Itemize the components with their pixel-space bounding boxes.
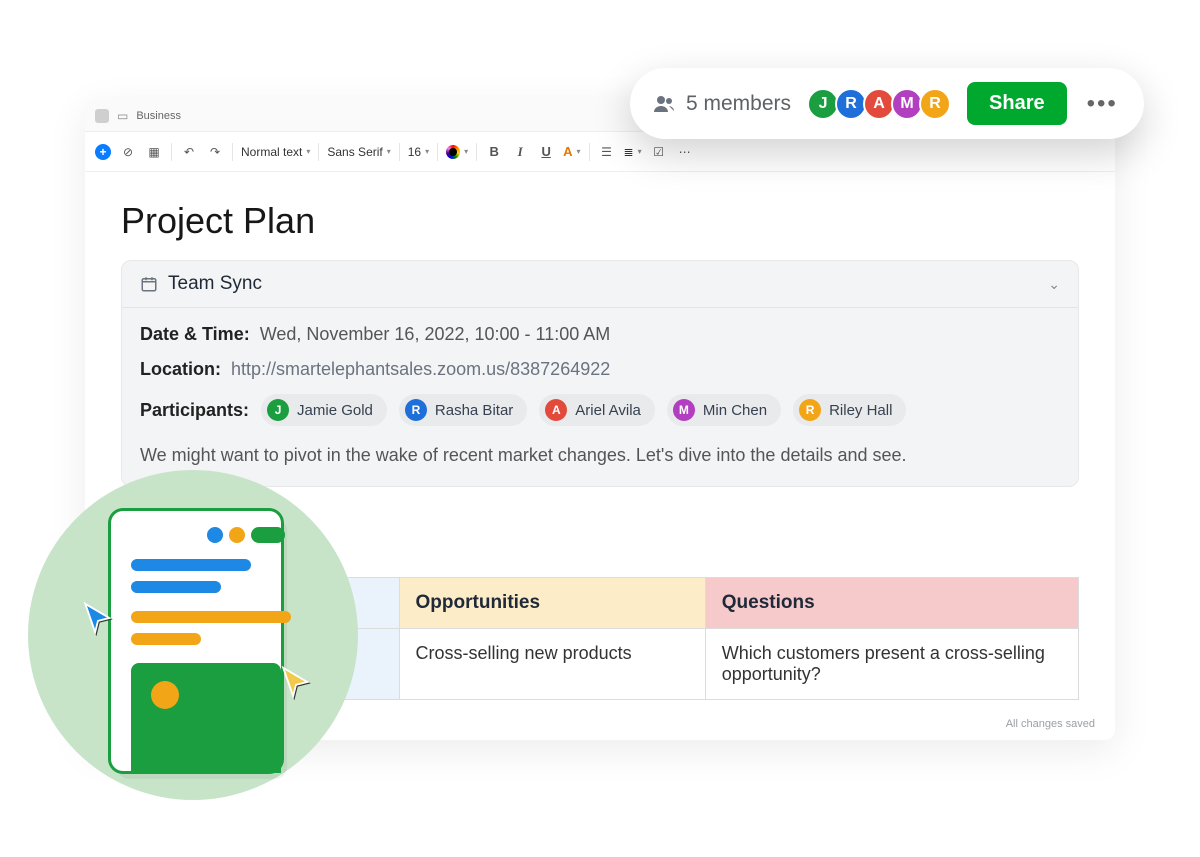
meeting-location-row: Location: http://smartelephantsales.zoom… (140, 359, 1060, 380)
separator (399, 143, 400, 161)
participant-name: Jamie Gold (297, 402, 373, 419)
participant-name: Rasha Bitar (435, 402, 513, 419)
highlight-dropdown[interactable]: A ▾ (563, 144, 580, 159)
illus-bar (131, 581, 221, 593)
expand-icon[interactable] (95, 109, 109, 123)
chevron-down-icon: ▾ (464, 147, 468, 156)
highlight-icon: A (563, 144, 572, 159)
cursor-icon (279, 665, 313, 699)
numbered-list-dropdown[interactable]: ≣ ▾ (624, 145, 642, 159)
bulleted-list-button[interactable]: ☰ (598, 143, 616, 161)
participants-label: Participants: (140, 400, 249, 421)
meeting-card: Team Sync ⌄ Date & Time: Wed, November 1… (121, 260, 1079, 487)
avatar-stack[interactable]: JRAMR (807, 88, 951, 120)
participant-pill[interactable]: R Riley Hall (793, 394, 906, 426)
font-size-dropdown[interactable]: 16 ▾ (408, 145, 429, 159)
color-wheel-icon (446, 145, 460, 159)
illus-bar (131, 611, 291, 623)
ai-icon[interactable]: ⊘ (119, 143, 137, 161)
text-style-value: Normal text (241, 145, 302, 159)
illus-bar (131, 559, 251, 571)
avatar: R (799, 399, 821, 421)
chevron-down-icon: ▾ (577, 147, 581, 156)
more-format-button[interactable]: ⋯ (676, 143, 694, 161)
save-status: All changes saved (1006, 718, 1095, 730)
collab-illustration (28, 470, 358, 800)
cursor-icon (81, 601, 115, 635)
separator (171, 143, 172, 161)
more-options-button[interactable]: ••• (1083, 90, 1122, 118)
illus-dot (229, 527, 245, 543)
separator (437, 143, 438, 161)
location-label: Location: (140, 359, 221, 380)
meeting-card-body: Date & Time: Wed, November 16, 2022, 10:… (122, 308, 1078, 486)
calendar-icon (140, 275, 158, 293)
chevron-down-icon: ▾ (425, 147, 429, 156)
illus-bar (131, 633, 201, 645)
participant-pill[interactable]: M Min Chen (667, 394, 781, 426)
underline-button[interactable]: U (537, 143, 555, 161)
font-size-value: 16 (408, 145, 421, 159)
share-button[interactable]: Share (967, 82, 1067, 125)
separator (232, 143, 233, 161)
participants-row: Participants: J Jamie Gold R Rasha Bitar A Ar… (140, 394, 1060, 426)
meeting-note[interactable]: We might want to pivot in the wake of re… (140, 442, 1060, 470)
bold-button[interactable]: B (485, 143, 503, 161)
date-label: Date & Time: (140, 324, 250, 345)
chevron-down-icon: ▾ (306, 147, 310, 156)
notebook-icon: ▭ (117, 109, 128, 123)
table-cell-questions[interactable]: Which customers present a cross-selling … (705, 628, 1078, 699)
checklist-button[interactable]: ☑ (650, 143, 668, 161)
participant-name: Min Chen (703, 402, 767, 419)
meeting-title: Team Sync (168, 273, 262, 295)
insert-button[interactable]: + (95, 144, 111, 160)
illus-dot (207, 527, 223, 543)
members-label: 5 members (686, 92, 791, 116)
chevron-down-icon: ▾ (638, 147, 642, 156)
avatar: A (545, 399, 567, 421)
members-icon (652, 92, 676, 116)
italic-button[interactable]: I (511, 143, 529, 161)
participant-pill[interactable]: J Jamie Gold (261, 394, 387, 426)
avatar: J (267, 399, 289, 421)
avatar[interactable]: R (919, 88, 951, 120)
members-group[interactable]: 5 members (652, 92, 791, 116)
redo-icon[interactable]: ↷ (206, 143, 224, 161)
page-title[interactable]: Project Plan (121, 200, 1079, 242)
participant-name: Ariel Avila (575, 402, 641, 419)
separator (318, 143, 319, 161)
location-link[interactable]: http://smartelephantsales.zoom.us/838726… (231, 359, 610, 380)
table-header-questions[interactable]: Questions (705, 577, 1078, 628)
undo-icon[interactable]: ↶ (180, 143, 198, 161)
text-color-dropdown[interactable]: ▾ (446, 145, 468, 159)
illus-dot (151, 681, 179, 709)
avatar: M (673, 399, 695, 421)
table-header-opportunities[interactable]: Opportunities (399, 577, 705, 628)
meeting-card-header[interactable]: Team Sync ⌄ (122, 261, 1078, 308)
illus-doc-card (111, 511, 281, 771)
participant-name: Riley Hall (829, 402, 892, 419)
illus-chip (251, 527, 285, 543)
illus-block (131, 663, 281, 773)
table-cell-opportunities[interactable]: Cross-selling new products (399, 628, 705, 699)
separator (589, 143, 590, 161)
font-family-value: Sans Serif (327, 145, 382, 159)
chevron-down-icon: ▾ (387, 147, 391, 156)
avatar: R (405, 399, 427, 421)
calendar-icon[interactable]: ▦ (145, 143, 163, 161)
font-family-dropdown[interactable]: Sans Serif ▾ (327, 145, 390, 159)
numbered-list-icon: ≣ (624, 145, 634, 159)
chevron-down-icon[interactable]: ⌄ (1048, 276, 1060, 293)
share-pill: 5 members JRAMR Share ••• (630, 68, 1144, 139)
separator (476, 143, 477, 161)
meeting-date-row: Date & Time: Wed, November 16, 2022, 10:… (140, 324, 1060, 345)
participant-pill[interactable]: A Ariel Avila (539, 394, 655, 426)
date-value: Wed, November 16, 2022, 10:00 - 11:00 AM (260, 324, 611, 345)
breadcrumb-notebook[interactable]: Business (136, 110, 181, 122)
text-style-dropdown[interactable]: Normal text ▾ (241, 145, 310, 159)
participant-pill[interactable]: R Rasha Bitar (399, 394, 527, 426)
